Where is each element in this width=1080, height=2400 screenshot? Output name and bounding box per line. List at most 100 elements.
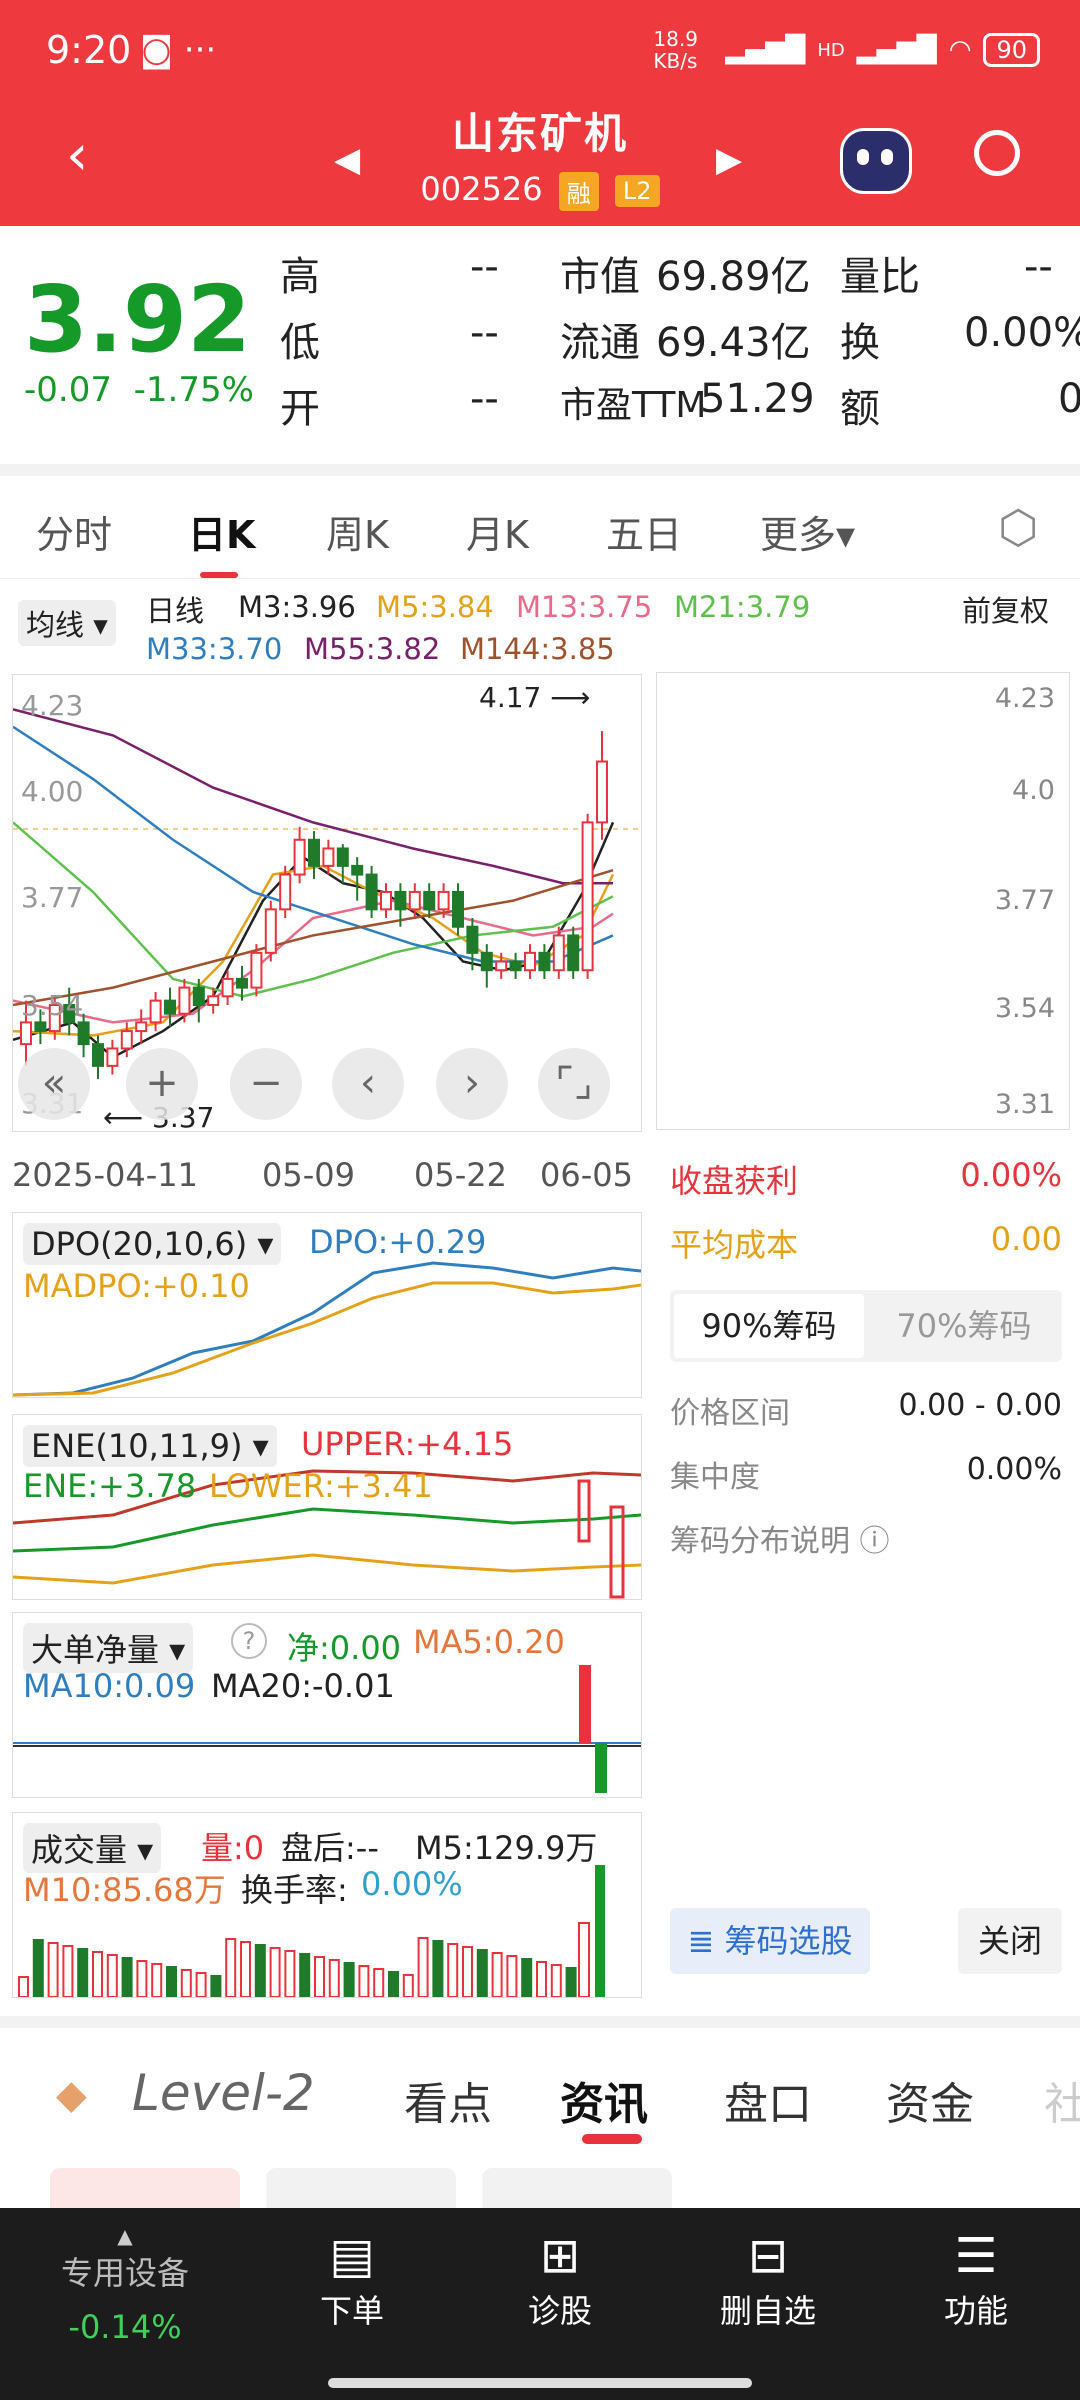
- tab-order-book[interactable]: 盘口: [724, 2068, 812, 2132]
- x-tick: 05-09: [262, 1156, 355, 1194]
- volume-bar: [284, 1950, 296, 1997]
- adjust-mode-label[interactable]: 前复权: [962, 588, 1049, 630]
- big-order-ma5: MA5:0.20: [413, 1623, 565, 1661]
- madpo-value: MADPO:+0.10: [23, 1267, 250, 1305]
- candle-body: [495, 960, 508, 972]
- volume-bar: [388, 1971, 399, 1997]
- signal2-icon: ▂▄▆█: [856, 35, 937, 65]
- candle-body: [480, 951, 493, 972]
- chip-y-tick: 4.23: [994, 683, 1055, 714]
- candle-body: [322, 847, 335, 867]
- stock-code-row: 002526 融 L2: [0, 170, 1080, 211]
- tab-level2[interactable]: Level-2: [132, 2064, 315, 2122]
- zoom-out-button[interactable]: −: [230, 1048, 302, 1120]
- candle-body: [192, 986, 205, 1007]
- tab-five-day[interactable]: 五日: [606, 504, 682, 559]
- volume-bar: [565, 1967, 577, 1997]
- status-extra: ◙ ···: [140, 30, 217, 70]
- volume-bar: [18, 1976, 29, 1997]
- x-axis: 2025-04-11 05-09 05-22 06-05: [0, 1136, 650, 1196]
- tab-monthly-k[interactable]: 月K: [466, 504, 529, 559]
- candle-body: [250, 951, 263, 989]
- tab-community[interactable]: 社: [1044, 2068, 1080, 2132]
- tab-weekly-k[interactable]: 周K: [326, 504, 389, 559]
- candle-body: [394, 890, 407, 911]
- order-button[interactable]: ▤ 下单: [272, 2226, 432, 2332]
- big-order-selector[interactable]: 大单净量 ▾: [23, 1623, 194, 1673]
- page-title: 山东矿机: [451, 109, 628, 158]
- after-hours-value: 盘后:--: [281, 1829, 379, 1867]
- candle-body: [34, 1021, 47, 1033]
- tab-more[interactable]: 更多▾: [760, 504, 855, 559]
- candle-body: [135, 1021, 148, 1033]
- volume-bar: [106, 1954, 118, 1997]
- volume-bar: [62, 1945, 74, 1997]
- wifi-icon: ◠: [948, 35, 972, 65]
- functions-button[interactable]: ☰ 功能: [896, 2226, 1056, 2332]
- tab-highlights[interactable]: 看点: [404, 2068, 492, 2132]
- ene-value: ENE:+3.78: [23, 1467, 197, 1505]
- zoom-in-button[interactable]: +: [126, 1048, 198, 1120]
- current-price: 3.92: [24, 266, 251, 373]
- ene-lower: LOWER:+3.41: [209, 1467, 433, 1505]
- ma-m3: M3:3.96: [238, 590, 356, 624]
- subtab-pill[interactable]: [266, 2168, 456, 2208]
- diagnose-icon: ⊞: [539, 2228, 581, 2284]
- scroll-left-button[interactable]: ‹: [332, 1048, 404, 1120]
- scroll-right-button[interactable]: ›: [436, 1048, 508, 1120]
- candle-body: [293, 838, 306, 876]
- tab-intraday[interactable]: 分时: [36, 504, 112, 559]
- dpo-selector[interactable]: DPO(20,10,6) ▾: [23, 1223, 282, 1265]
- chip-close-button[interactable]: 关闭: [958, 1908, 1062, 1974]
- subtab-pill[interactable]: [482, 2168, 672, 2208]
- bottom-action-bar: ▲ 专用设备 -0.14% ▤ 下单 ⊞ 诊股 ⊟ 删自选 ☰ 功能: [0, 2208, 1080, 2400]
- remove-icon: ⊟: [747, 2228, 789, 2284]
- kline-type-label: 日线: [146, 594, 205, 628]
- candle-body: [552, 934, 565, 972]
- chip-select-button[interactable]: ≣ 筹码选股: [670, 1908, 870, 1974]
- subtab-pill[interactable]: [50, 2168, 240, 2208]
- candle-body: [452, 890, 464, 928]
- chip-distribution-panel: 4.23 4.0 3.77 3.54 3.31 收盘获利 0.00% 平均成本 …: [656, 672, 1070, 1982]
- candle-body: [509, 960, 522, 972]
- margin-badge: 融: [558, 171, 599, 211]
- volume-bar: [402, 1974, 414, 1997]
- help-icon[interactable]: ?: [231, 1623, 267, 1659]
- robot-assistant-icon[interactable]: [840, 128, 912, 194]
- ma-line: [13, 869, 614, 1007]
- search-icon[interactable]: [974, 130, 1020, 176]
- ma-line: [13, 864, 615, 1037]
- volume-bar: [550, 1964, 562, 1997]
- ene-selector[interactable]: ENE(10,11,9) ▾: [23, 1425, 277, 1467]
- tab-daily-k[interactable]: 日K: [188, 504, 255, 559]
- home-indicator: [328, 2378, 752, 2388]
- zoom-out-fast-button[interactable]: «: [18, 1048, 90, 1120]
- fullscreen-button[interactable]: ⌜⌟: [538, 1048, 610, 1120]
- turnover-label: 换手率:: [241, 1871, 348, 1909]
- remove-watchlist-button[interactable]: ⊟ 删自选: [688, 2226, 848, 2332]
- quote-row: 开 -- 市盈TTM 51.29 额 0: [280, 376, 1080, 432]
- tab-funds[interactable]: 资金: [886, 2068, 974, 2132]
- volume-m10: M10:85.68万: [23, 1871, 226, 1909]
- volume-panel[interactable]: 成交量 ▾ 量:0 盘后:-- M5:129.9万 M10:85.68万 换手率…: [12, 1812, 642, 1998]
- diagnose-button[interactable]: ⊞ 诊股: [480, 2226, 640, 2332]
- expand-up-icon: ▲: [117, 2224, 133, 2248]
- header-bar: 9:20 ◙ ··· 18.9 KB/s ▂▄▆█ HD ▂▄▆█ ◠ 90 ‹…: [0, 0, 1080, 226]
- candle-body: [20, 1021, 32, 1046]
- quote-row: 高 -- 市值 69.89亿 量比 --: [280, 244, 1053, 300]
- big-order-panel[interactable]: 大单净量 ▾ ? 净:0.00 MA5:0.20 MA10:0.09 MA20:…: [12, 1612, 642, 1798]
- chip-tab-70[interactable]: 70%筹码: [870, 1294, 1058, 1358]
- dpo-panel[interactable]: DPO(20,10,6) ▾ DPO:+0.29 MADPO:+0.10: [12, 1212, 642, 1398]
- volume-bar: [121, 1957, 133, 1997]
- candle-body: [106, 1047, 119, 1067]
- ma-toggle-button[interactable]: 均线 ▾: [18, 600, 116, 646]
- chip-tab-90[interactable]: 90%筹码: [674, 1294, 864, 1358]
- volume-bar: [254, 1944, 266, 1997]
- tab-news[interactable]: 资讯: [560, 2068, 648, 2132]
- ene-panel[interactable]: ENE(10,11,9) ▾ UPPER:+4.15 ENE:+3.78 LOW…: [12, 1414, 642, 1600]
- chip-y-tick: 4.0: [1012, 775, 1055, 806]
- settings-hexagon-icon[interactable]: ⬡: [998, 500, 1038, 554]
- next-stock-icon[interactable]: ▶: [716, 132, 742, 188]
- list-icon: ≣: [687, 1922, 715, 1960]
- sector-info[interactable]: ▲ 专用设备 -0.14%: [40, 2224, 210, 2346]
